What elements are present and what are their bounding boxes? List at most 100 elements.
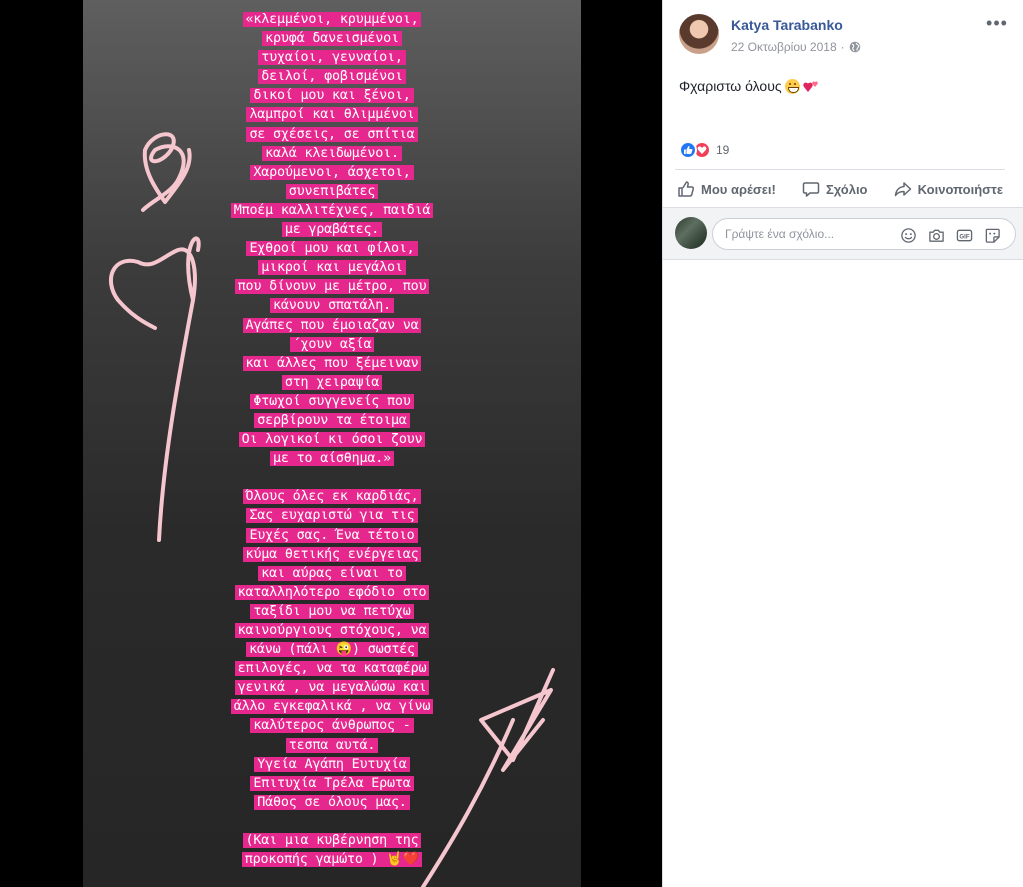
story-line: και άλλες που ξέμειναν: [83, 354, 581, 373]
story-line: γενικά , να μεγαλώσω και: [83, 678, 581, 697]
story-line: Σας ευχαριστώ για τις: [83, 506, 581, 525]
story-line-text: Εχθροί μου και φίλοι,: [246, 241, 418, 257]
story-line: Αγάπες που έμοιαζαν να: [83, 316, 581, 335]
story-line: [83, 812, 581, 831]
story-line-text: Μποέμ καλλιτέχνες, παιδιά: [230, 202, 434, 218]
story-line: τεσπα αυτά.: [83, 736, 581, 755]
story-line: Πάθος σε όλους μας.: [83, 793, 581, 812]
more-options-button[interactable]: •••: [985, 14, 1009, 36]
viewer-avatar[interactable]: [675, 217, 707, 249]
reaction-count[interactable]: 19: [716, 143, 729, 157]
story-line: δειλοί, φοβισμένοι: [83, 67, 581, 86]
story-line: κάνω (πάλι 😜) σωστές: [83, 640, 581, 659]
story-line-text: λαμπροί και θλιμμένοι: [246, 107, 418, 123]
story-text: «κλεμμένοι, κρυμμένοι, κρυφά δανεισμένοι τ…: [83, 10, 581, 869]
author-avatar[interactable]: [679, 14, 719, 54]
share-arrow-icon: [894, 182, 911, 197]
story-line-text: δικοί μου και ξένοι,: [250, 88, 414, 104]
story-line: Φτωχοί συγγενείς που: [83, 392, 581, 411]
photo-viewer: «κλεμμένοι, κρυμμένοι, κρυφά δανεισμένοι τ…: [0, 0, 662, 887]
story-line: Εχθροί μου και φίλοι,: [83, 239, 581, 258]
emoji-smiley-icon[interactable]: [899, 226, 917, 244]
story-line-text: και αύρας είναι το: [258, 565, 406, 581]
story-line: επιλογές, να τα καταφέρω: [83, 659, 581, 678]
story-line-text: καλύτερος άνθρωπος -: [250, 718, 414, 734]
post-meta: 22 Οκτωβρίου 2018 ·: [731, 40, 861, 54]
story-line: κρυφά δανεισμένοι: [83, 29, 581, 48]
story-line: κάνουν σπατάλη.: [83, 296, 581, 315]
story-line-text: κύμα θετικής ενέργειας: [242, 546, 422, 562]
gif-icon[interactable]: GIF: [955, 226, 973, 244]
author-name[interactable]: Katya Tarabanko: [731, 17, 843, 33]
story-line-text: Υγεία Αγάπη Ευτυχία: [254, 756, 410, 772]
story-line-text: (Και μια κυβέρνηση της: [242, 833, 422, 849]
story-line-text: στη χειραψία: [281, 374, 383, 390]
divider: [675, 169, 1005, 170]
comment-box[interactable]: GIF: [712, 218, 1016, 250]
story-line: Οι λογικοί κι όσοι ζουν: [83, 430, 581, 449]
story-line-text: κάνω (πάλι 😜) σωστές: [246, 642, 418, 658]
like-label: Μου αρέσει!: [701, 181, 776, 197]
story-line: με το αίσθημα.»: [83, 449, 581, 468]
story-line-text: τυχαίοι, γενναίοι,: [258, 50, 406, 66]
share-button[interactable]: Κοινοποιήστε: [894, 173, 1003, 205]
story-line: και αύρας είναι το: [83, 564, 581, 583]
story-line: με γραβάτες.: [83, 220, 581, 239]
story-line: Χαρούμενοι, άσχετοι,: [83, 163, 581, 182]
story-line: Υγεία Αγάπη Ευτυχία: [83, 755, 581, 774]
story-line-text: ταξίδι μου να πετύχω: [250, 603, 414, 619]
story-line-text: Οι λογικοί κι όσοι ζουν: [238, 432, 426, 448]
story-line: [83, 468, 581, 487]
story-line: ΄χουν αξία: [83, 335, 581, 354]
story-line-text: Αγάπες που έμοιαζαν να: [242, 317, 422, 333]
story-line: στη χειραψία: [83, 373, 581, 392]
story-line: τυχαίοι, γενναίοι,: [83, 48, 581, 67]
like-button[interactable]: Μου αρέσει!: [677, 173, 776, 205]
story-line: που δίνουν με μέτρο, που: [83, 277, 581, 296]
story-line-text: κρυφά δανεισμένοι: [262, 31, 402, 47]
comment-label: Σχόλιο: [825, 181, 868, 197]
share-label: Κοινοποιήστε: [917, 181, 1003, 197]
story-line-text: καινούργιους στόχους, να: [234, 623, 430, 638]
story-line-text: Όλους όλες εκ καρδιάς,: [242, 489, 422, 505]
post-panel: Katya Tarabanko 22 Οκτωβρίου 2018 · ••• …: [662, 0, 1023, 887]
story-line-text: προκοπής γαμώτο ) 🤘❤️: [241, 852, 423, 868]
story-line-text: επιλογές, να τα καταφέρω: [234, 661, 430, 677]
comment-input[interactable]: [725, 219, 895, 249]
story-line-text: κάνουν σπατάλη.: [270, 298, 394, 314]
story-line-text: Φτωχοί συγγενείς που: [250, 393, 414, 409]
gif-label: GIF: [959, 233, 969, 240]
story-line: λαμπροί και θλιμμένοι: [83, 105, 581, 124]
post-date[interactable]: 22 Οκτωβρίου 2018: [731, 40, 837, 54]
story-line: συνεπιβάτες: [83, 182, 581, 201]
globe-icon[interactable]: [849, 41, 861, 53]
reaction-summary[interactable]: 19: [679, 140, 729, 160]
story-line-text: Σας ευχαριστώ για τις: [246, 508, 418, 524]
story-line: καλά κλειδωμένοι.: [83, 144, 581, 163]
story-line-text: καταλληλότερο εφόδιο στο: [234, 584, 430, 600]
caption-text: Φχαριστω όλους: [679, 78, 782, 94]
story-line-text: σερβίρουν τα έτοιμα: [254, 412, 410, 428]
camera-icon[interactable]: [927, 226, 945, 244]
story-line-text: καλά κλειδωμένοι.: [262, 145, 402, 161]
story-line-text: και άλλες που ξέμειναν: [242, 355, 422, 371]
story-line-text: με το αίσθημα.»: [270, 451, 394, 467]
story-line-text: τεσπα αυτά.: [285, 737, 379, 753]
separator-dot: ·: [840, 40, 845, 54]
story-line: σε σχέσεις, σε σπίτια: [83, 125, 581, 144]
story-line: δικοί μου και ξένοι,: [83, 86, 581, 105]
like-reaction-icon: [679, 141, 697, 159]
story-line: καινούργιους στόχους, να: [83, 621, 581, 640]
story-line: άλλο εγκεφαλικά , να γίνω: [83, 697, 581, 716]
story-line: σερβίρουν τα έτοιμα: [83, 411, 581, 430]
story-line: Επιτυχία Τρέλα Ερωτα: [83, 774, 581, 793]
story-line-text: γενικά , να μεγαλώσω και: [234, 680, 430, 696]
story-image[interactable]: «κλεμμένοι, κρυμμένοι, κρυφά δανεισμένοι τ…: [83, 0, 581, 887]
sticker-icon[interactable]: [983, 226, 1001, 244]
post-caption: Φχαριστω όλους: [679, 78, 819, 94]
story-line: καλύτερος άνθρωπος -: [83, 716, 581, 735]
story-line-text: δειλοί, φοβισμένοι: [258, 69, 406, 85]
comment-button[interactable]: Σχόλιο: [802, 173, 868, 205]
story-line-text: με γραβάτες.: [281, 222, 383, 238]
post-header: Katya Tarabanko 22 Οκτωβρίου 2018 · •••: [679, 14, 1009, 58]
